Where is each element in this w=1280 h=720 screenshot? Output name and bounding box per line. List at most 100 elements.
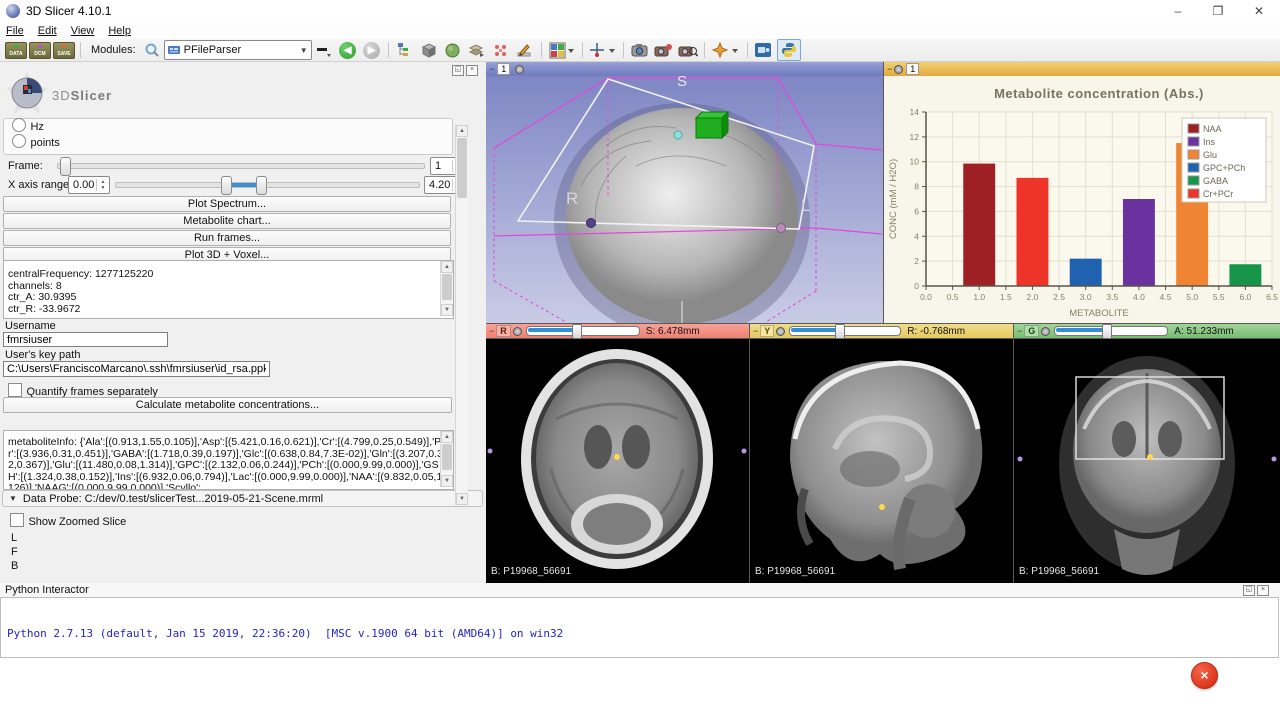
x-range-slider[interactable] [115, 182, 420, 188]
undock-console-icon[interactable]: ◱ [1243, 585, 1255, 596]
maximize-button[interactable]: ❐ [1198, 0, 1238, 22]
pin-icon[interactable] [1041, 327, 1050, 336]
green-slice-image[interactable]: B: P19968_56691 [1014, 339, 1280, 583]
header-info-textarea[interactable]: centralFrequency: 1277125220 channels: 8… [3, 260, 454, 319]
toolbar-separator [541, 42, 542, 58]
annotations-icon[interactable] [514, 40, 536, 60]
svg-text:2: 2 [914, 256, 919, 266]
pin-icon[interactable] [894, 65, 903, 74]
metabolite-info-textarea[interactable]: metaboliteInfo: {'Ala':[(0.913,1.55,0.10… [3, 430, 454, 490]
keypath-input[interactable] [3, 361, 270, 377]
module-button-2[interactable]: Run frames... [3, 230, 451, 246]
view-layout: − 1 [486, 62, 1280, 583]
username-input[interactable] [3, 332, 168, 347]
legend-label-NAA: NAA [1203, 124, 1222, 134]
yellow-slice-image[interactable]: B: P19968_56691 [750, 339, 1013, 583]
module-back-icon[interactable]: ◀ [337, 40, 359, 60]
layout-selector-icon[interactable] [547, 40, 577, 60]
close-notification-button[interactable]: × [1191, 662, 1218, 689]
red-slice-slider[interactable] [526, 326, 640, 336]
minimize-button[interactable]: – [1158, 0, 1198, 22]
view-slice-yellow[interactable]: − Y R: -0.768mm B: P19968_5 [750, 324, 1013, 583]
green-slice-slider[interactable] [1054, 326, 1168, 336]
red-slice-image[interactable]: B: P19968_56691 [486, 339, 749, 583]
scene-view-restore-icon[interactable] [677, 40, 699, 60]
volume-rendering-icon[interactable] [466, 40, 488, 60]
models-sphere-icon[interactable] [442, 40, 464, 60]
collapse-view-icon[interactable]: − [489, 64, 494, 74]
markups-icon[interactable] [490, 40, 512, 60]
yellow-slider-handle[interactable] [835, 324, 845, 339]
subject-hierarchy-icon[interactable] [394, 40, 416, 60]
svg-text:1.5: 1.5 [1000, 292, 1012, 302]
svg-text:6.0: 6.0 [1239, 292, 1251, 302]
logo-text: 3DSlicer [52, 88, 112, 103]
x-range-handle-max[interactable] [256, 176, 267, 195]
green-slider-handle[interactable] [1102, 324, 1112, 339]
pin-icon[interactable] [515, 65, 524, 74]
yellow-slice-slider[interactable] [789, 326, 901, 336]
x-range-min-spinbox[interactable]: 0.00▲▼ [68, 176, 110, 194]
view-slice-red[interactable]: − R S: 6.478mm [486, 324, 749, 583]
screenshot-icon[interactable] [629, 40, 651, 60]
view-3d[interactable]: − 1 [486, 62, 883, 323]
probe-rows: LFB [11, 532, 18, 574]
calculate-concentrations-button[interactable]: Calculate metabolite concentrations... [3, 397, 452, 413]
extensions-manager-icon[interactable] [753, 40, 775, 60]
module-forward-icon[interactable]: ▶ [361, 40, 383, 60]
crosshair-icon[interactable] [588, 40, 618, 60]
modules-history-icon[interactable] [313, 40, 335, 60]
view-chart[interactable]: − 1 0.00.51.01.52.02.53.03.54.04.55.05.5… [884, 62, 1280, 323]
frame-slider-handle[interactable] [60, 157, 71, 176]
python-console[interactable]: Python 2.7.13 (default, Jan 15 2019, 22:… [0, 597, 1279, 658]
menu-view[interactable]: View [71, 25, 95, 37]
metabolite-chart-canvas[interactable]: 0.00.51.01.52.02.53.03.54.04.55.05.56.06… [884, 76, 1280, 323]
python-console-icon[interactable] [777, 39, 801, 61]
legend-label-Cr+PCr: Cr+PCr [1203, 189, 1233, 199]
module-selector-combobox[interactable]: PFileParser ▼ [164, 40, 312, 60]
frame-slider[interactable] [57, 163, 425, 169]
collapse-view-icon[interactable]: − [753, 326, 758, 336]
close-button[interactable]: ✕ [1239, 0, 1279, 22]
probe-row-l: L [11, 532, 18, 546]
radio-points[interactable]: points [12, 133, 60, 151]
metabolite-scrollbar[interactable]: ▲▼ [440, 431, 453, 487]
green-slice-controller-bar: − G A: 51.233mm [1014, 324, 1280, 338]
data-probe-header[interactable]: ▼ Data Probe: C:/dev/0.test/slicerTest..… [2, 490, 483, 507]
collapse-view-icon[interactable]: − [887, 64, 892, 74]
module-search-icon[interactable] [141, 40, 163, 60]
orientation-left: L [801, 196, 810, 215]
x-range-handle-min[interactable] [221, 176, 232, 195]
volumes-cube-icon[interactable] [418, 40, 440, 60]
module-button-1[interactable]: Metabolite chart... [3, 213, 451, 229]
collapse-view-icon[interactable]: − [489, 326, 494, 336]
menu-file[interactable]: File [6, 25, 24, 37]
red-slider-handle[interactable] [572, 324, 582, 339]
menu-help[interactable]: Help [108, 25, 131, 37]
show-zoomed-checkbox[interactable]: Show Zoomed Slice [10, 512, 126, 530]
place-fiducial-icon[interactable] [710, 40, 742, 60]
module-button-0[interactable]: Plot Spectrum... [3, 196, 451, 212]
menu-edit[interactable]: Edit [38, 25, 57, 37]
pin-icon[interactable] [776, 327, 785, 336]
svg-text:3.5: 3.5 [1106, 292, 1118, 302]
load-data-icon[interactable]: DATA [5, 40, 27, 60]
spin-arrows-icon[interactable]: ▲▼ [96, 179, 109, 191]
load-dicom-icon[interactable]: DCM [29, 40, 51, 60]
chart-xlabel: METABOLITE [1069, 308, 1128, 319]
view-slice-green[interactable]: − G A: 51.233mm [1014, 324, 1280, 583]
svg-text:4.0: 4.0 [1133, 292, 1145, 302]
close-panel-icon[interactable]: × [466, 65, 478, 76]
collapse-view-icon[interactable]: − [1017, 326, 1022, 336]
radio-circle-icon [12, 134, 26, 148]
save-icon[interactable]: SAVE [53, 40, 75, 60]
panel-scrollbar[interactable]: ▲▼ [455, 125, 468, 505]
close-console-icon[interactable]: × [1257, 585, 1269, 596]
red-slice-volume-label: B: P19968_56691 [491, 566, 571, 577]
undock-panel-icon[interactable]: ◱ [452, 65, 464, 76]
view-3d-canvas[interactable]: S R L [486, 76, 883, 323]
scene-view-add-icon[interactable] [653, 40, 675, 60]
pin-icon[interactable] [513, 327, 522, 336]
legend-swatch-NAA [1188, 124, 1199, 133]
info-scrollbar[interactable]: ▲▼ [440, 261, 453, 316]
